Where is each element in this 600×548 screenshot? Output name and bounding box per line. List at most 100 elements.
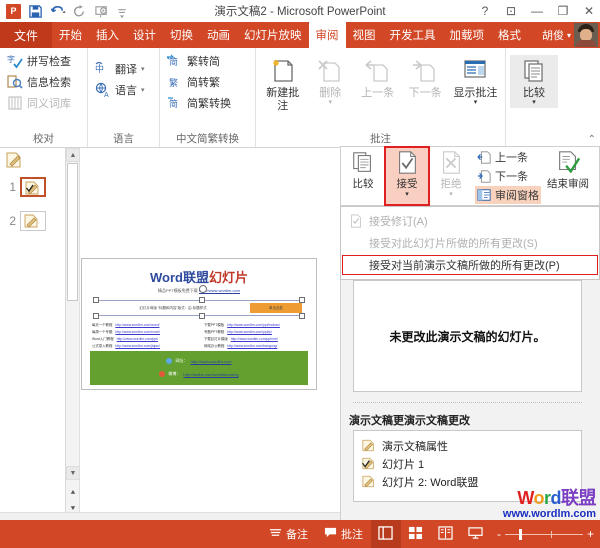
compare-panel-compare-button[interactable]: 比较: [341, 147, 385, 205]
list-item[interactable]: 专题PPT教程 http://www.wordlm.com/ppt/jc/: [204, 329, 306, 335]
link-url[interactable]: http://www.wordlm.com/ppt/moban/: [227, 323, 306, 327]
scroll-up-arrow-icon[interactable]: ▲: [66, 148, 80, 162]
resize-handle-br[interactable]: [299, 313, 305, 319]
tab-format[interactable]: 格式: [491, 22, 528, 48]
redo-icon[interactable]: [72, 4, 87, 19]
zoom-slider[interactable]: [504, 528, 583, 540]
resize-handle-bc[interactable]: [199, 313, 205, 319]
simp-to-trad-button[interactable]: 繁 简转繁: [164, 72, 234, 92]
language-button[interactable]: A 语言 ▾: [92, 80, 148, 100]
tab-addins[interactable]: 加载项: [443, 22, 492, 48]
simp-trad-convert-button[interactable]: 简 简繁转换: [164, 93, 234, 113]
scrollbar-thumb[interactable]: [67, 163, 78, 301]
accept-dropdown-menu[interactable]: 接受修订(A) 接受对此幻灯片所做的所有更改(S) 接受对当前演示文稿所做的所有…: [340, 206, 600, 280]
list-item[interactable]: 公式录入教程 http://www.wordlm.com/jiqiao/: [92, 343, 194, 349]
comments-button[interactable]: 批注: [316, 520, 371, 548]
presentation-changes-list[interactable]: 演示文稿属性 幻灯片 1 幻灯片 2: Word联盟: [353, 430, 582, 502]
list-item[interactable]: 下载幻灯片模版 http://www.wordlm.com/ppt/mb/: [204, 336, 306, 342]
tab-developer[interactable]: 开发工具: [383, 22, 443, 48]
list-item[interactable]: 下载PPT模板 http://www.wordlm.com/ppt/moban/: [204, 322, 306, 328]
research-button[interactable]: 信息检索: [4, 72, 74, 92]
list-item[interactable]: 网络办公教程 http://www.wordlm.com/bangong/: [204, 343, 306, 349]
quick-access-toolbar[interactable]: P: [0, 3, 131, 19]
show-markup-button[interactable]: 显示批注 ▾: [450, 55, 501, 108]
scroll-down-arrow-icon[interactable]: ▼: [66, 466, 80, 480]
zoom-out-button[interactable]: -: [497, 527, 501, 541]
notes-button[interactable]: 备注: [261, 520, 316, 548]
slideshow-button[interactable]: [461, 520, 491, 548]
zoom-slider-thumb[interactable]: [518, 528, 522, 540]
menu-item-accept-all-presentation[interactable]: 接受对当前演示文稿所做的所有更改(P): [341, 254, 599, 276]
link-url[interactable]: http://www.wordlm.com/bangong/: [227, 344, 306, 348]
window-controls[interactable]: ? ⊡ — ❐ ✕: [478, 0, 596, 22]
link-url[interactable]: http://www.wordlm.com/jiqiao/: [115, 344, 194, 348]
tab-design[interactable]: 设计: [126, 22, 163, 48]
link-url[interactable]: http://www.wordlm.com/ppt/mb/: [231, 337, 306, 341]
trad-to-simp-button[interactable]: 简 繁转简: [164, 51, 234, 71]
customize-qat-icon[interactable]: [116, 4, 131, 19]
reading-view-button[interactable]: [431, 520, 461, 548]
reviewing-pane-toggle[interactable]: 审阅窗格: [475, 186, 541, 204]
undo-icon[interactable]: [50, 4, 66, 19]
list-item[interactable]: 演示文稿属性: [358, 437, 577, 455]
list-item[interactable]: 每天一个教程 http://www.wordlm.com/word/: [92, 322, 194, 328]
next-change-button[interactable]: 下一条: [475, 167, 541, 185]
chevron-down-icon[interactable]: ▾: [474, 99, 478, 106]
avatar[interactable]: [574, 23, 598, 47]
footer-link-row[interactable]: 微博： http://weibo.com/wordlianmeng: [90, 371, 308, 377]
user-account-area[interactable]: 胡俊 ▾: [542, 22, 598, 48]
tab-home[interactable]: 开始: [52, 22, 89, 48]
list-item[interactable]: 幻灯片 2: Word联盟: [358, 473, 577, 491]
slide-thumb-box[interactable]: [20, 177, 46, 197]
help-button[interactable]: ?: [478, 4, 492, 18]
link-url[interactable]: http://www.wordlm.com/ppt/jc/: [227, 330, 306, 334]
footer-link-row[interactable]: 网址： http://www.wordlm.com: [90, 358, 308, 364]
chevron-down-icon[interactable]: ▾: [532, 99, 536, 106]
new-comment-button[interactable]: 新建批注: [260, 55, 305, 114]
normal-view-button[interactable]: [370, 520, 401, 548]
from-beginning-icon[interactable]: [94, 4, 109, 19]
slide-sorter-button[interactable]: [401, 520, 431, 548]
minimize-button[interactable]: —: [530, 4, 544, 18]
tab-animations[interactable]: 动画: [200, 22, 237, 48]
zoom-in-button[interactable]: +: [587, 527, 594, 541]
chevron-down-icon[interactable]: ▾: [141, 86, 145, 94]
link-url[interactable]: http://www.wordlm.com/word/: [115, 323, 194, 327]
tab-view[interactable]: 视图: [346, 22, 383, 48]
resize-handle-tl[interactable]: [93, 297, 99, 303]
zoom-control[interactable]: - +: [491, 527, 600, 541]
translate-button[interactable]: 中 翻译 ▾: [92, 59, 148, 79]
ribbon-display-options-button[interactable]: ⊡: [504, 4, 518, 18]
thumbnail-slide-2[interactable]: 2: [0, 205, 65, 231]
previous-change-button[interactable]: 上一条: [475, 148, 541, 166]
tab-review[interactable]: 审阅: [308, 22, 346, 48]
previous-slide-button[interactable]: ⯅: [66, 488, 80, 498]
thumbnail-slide-1[interactable]: 1: [0, 171, 65, 197]
tab-file[interactable]: 文件: [0, 22, 53, 48]
list-item[interactable]: 每周一个专题 http://www.wordlm.com/excel/: [92, 329, 194, 335]
spellcheck-button[interactable]: 字 拼写检查: [4, 51, 74, 71]
list-item[interactable]: 幻灯片 1: [358, 455, 577, 473]
list-item[interactable]: Word入门教程 http://www.wordlm.com/ppt/: [92, 336, 194, 342]
slide-canvas[interactable]: Word联盟幻灯片 精品PPT模板免费下载 http://www.wordlm.…: [81, 258, 317, 390]
thumbnail-scrollbar[interactable]: ▲ ▼ ⯅ ⯆: [66, 148, 80, 520]
resize-handle-tc[interactable]: [199, 297, 205, 303]
slide-thumbnail-pane[interactable]: 1 2: [0, 148, 66, 520]
rotate-handle[interactable]: [199, 285, 207, 293]
close-button[interactable]: ✕: [582, 4, 596, 18]
resize-handle-tr[interactable]: [299, 297, 305, 303]
save-icon[interactable]: [28, 4, 43, 19]
chevron-down-icon[interactable]: ▾: [405, 191, 409, 198]
link-url[interactable]: http://www.wordlm.com/excel/: [115, 330, 194, 334]
chevron-down-icon[interactable]: ▾: [141, 65, 145, 73]
accept-button[interactable]: 接受 ▾: [384, 146, 430, 206]
chevron-down-icon[interactable]: ▾: [567, 31, 571, 40]
end-review-button[interactable]: 结束审阅: [543, 147, 593, 205]
compare-button[interactable]: 比较 ▾: [510, 55, 558, 108]
tab-insert[interactable]: 插入: [89, 22, 126, 48]
selected-shape[interactable]: 幻灯片母版 “标题和内容”版式：由 标题样式 单击此处: [93, 285, 305, 319]
tab-transitions[interactable]: 切换: [163, 22, 200, 48]
maximize-button[interactable]: ❐: [556, 4, 570, 18]
footer-link-url[interactable]: http://www.wordlm.com: [190, 359, 231, 364]
resize-handle-bl[interactable]: [93, 313, 99, 319]
